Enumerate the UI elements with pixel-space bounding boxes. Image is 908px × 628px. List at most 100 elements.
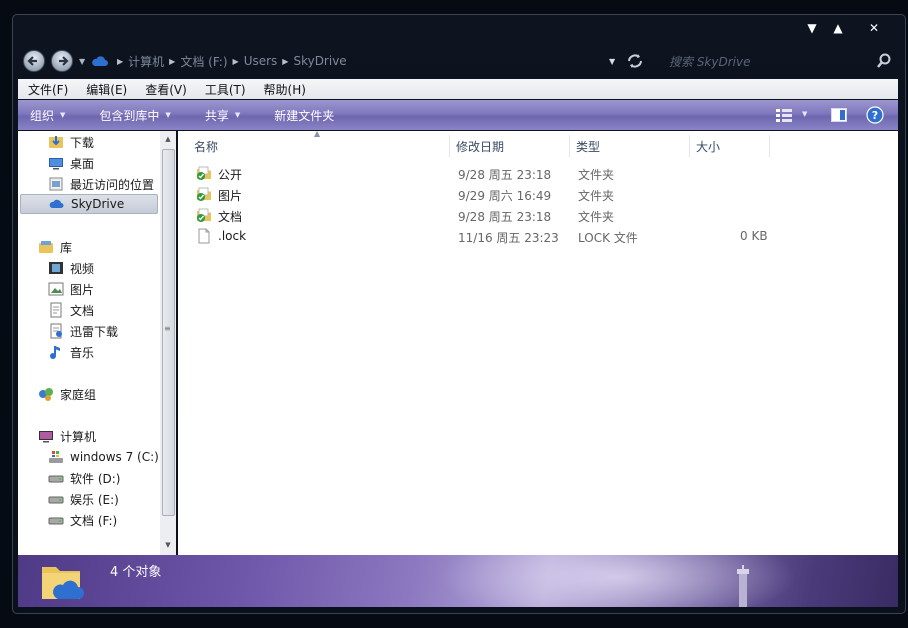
- chevron-down-icon: ▼: [165, 111, 171, 119]
- breadcrumb-separator[interactable]: ▶: [282, 57, 288, 66]
- search-icon[interactable]: [875, 52, 893, 70]
- synced-folder-icon: [197, 208, 211, 222]
- recent-pages-dropdown[interactable]: ▼: [79, 57, 85, 66]
- view-options-icon[interactable]: [774, 106, 794, 124]
- forward-button[interactable]: [51, 50, 73, 72]
- breadcrumb-users[interactable]: Users: [244, 54, 278, 68]
- skydrive-folder-icon: [42, 567, 84, 599]
- svg-text:?: ?: [872, 109, 878, 122]
- nav-item-recent-places[interactable]: 最近访问的位置: [18, 174, 160, 194]
- file-row[interactable]: 文档 9/28 周五 23:18 文件夹: [188, 205, 788, 225]
- organize-label: 组织: [30, 108, 55, 123]
- menu-help[interactable]: 帮助(H): [254, 81, 314, 98]
- file-modified: 9/28 周五 23:18: [458, 168, 552, 182]
- minimize-button[interactable]: ▼: [801, 19, 823, 37]
- system-drive-icon: [49, 451, 63, 463]
- drive-icon: [48, 475, 64, 483]
- column-header-type[interactable]: 类型: [570, 135, 690, 157]
- menu-file[interactable]: 文件(F): [18, 81, 76, 98]
- command-bar: 组织 ▼ 包含到库中 ▼ 共享 ▼ 新建文件夹 ▼ ?: [18, 100, 898, 130]
- include-in-library-button[interactable]: 包含到库中 ▼: [87, 107, 180, 124]
- file-name: 文档: [218, 210, 243, 224]
- nav-item-desktop[interactable]: 桌面: [18, 153, 160, 173]
- share-button[interactable]: 共享 ▼: [193, 107, 250, 124]
- nav-item-drive-f[interactable]: 文档 (F:): [18, 510, 160, 530]
- file-name: .lock: [218, 229, 247, 243]
- breadcrumb-computer[interactable]: 计算机: [128, 53, 164, 70]
- help-icon[interactable]: ?: [866, 106, 884, 124]
- nav-item-drive-e[interactable]: 娱乐 (E:): [18, 489, 160, 509]
- nav-item-label: 文档: [70, 303, 95, 318]
- menu-view[interactable]: 查看(V): [135, 81, 195, 98]
- scroll-up-arrow[interactable]: ▲: [160, 135, 176, 143]
- breadcrumb-separator[interactable]: ▶: [169, 57, 175, 66]
- nav-item-pictures[interactable]: 图片: [18, 279, 160, 299]
- nav-item-computer[interactable]: 计算机: [18, 426, 160, 446]
- homegroup-icon: [39, 388, 53, 401]
- file-row[interactable]: 公开 9/28 周五 23:18 文件夹: [188, 163, 788, 183]
- breadcrumb-separator[interactable]: ▶: [117, 57, 123, 66]
- nav-item-label: 文档 (F:): [70, 513, 118, 528]
- file-row[interactable]: .lock 11/16 周五 23:23 LOCK 文件 0 KB: [188, 226, 788, 246]
- file-row[interactable]: 图片 9/29 周六 16:49 文件夹: [188, 184, 788, 204]
- refresh-icon[interactable]: [625, 52, 645, 70]
- pictures-library-icon: [48, 282, 64, 296]
- file-type: LOCK 文件: [578, 231, 638, 245]
- address-bar[interactable]: ▶ 计算机 ▶ 文档 (F:) ▶ Users ▶ SkyDrive: [91, 50, 591, 72]
- music-library-icon: [50, 346, 60, 359]
- item-count: 4 个对象: [110, 565, 162, 580]
- column-header-size[interactable]: 大小: [690, 135, 770, 157]
- menu-edit[interactable]: 编辑(E): [76, 81, 135, 98]
- column-header-modified[interactable]: 修改日期: [450, 135, 570, 157]
- nav-item-music[interactable]: 音乐: [18, 342, 160, 362]
- include-in-library-label: 包含到库中: [99, 108, 160, 123]
- nav-item-label: 视频: [70, 261, 95, 276]
- share-label: 共享: [204, 108, 229, 123]
- nav-item-homegroup[interactable]: 家庭组: [18, 384, 160, 404]
- organize-button[interactable]: 组织 ▼: [18, 107, 75, 124]
- back-arrow-icon: [27, 56, 37, 66]
- libraries-icon: [39, 241, 53, 253]
- desktop-icon: [49, 158, 63, 170]
- nav-item-drive-d[interactable]: 软件 (D:): [18, 468, 160, 488]
- preview-pane-icon[interactable]: [830, 106, 848, 124]
- nav-item-skydrive[interactable]: SkyDrive: [20, 194, 158, 214]
- navigation-bar: ▼ ▶ 计算机 ▶ 文档 (F:) ▶ Users ▶ SkyDrive ▼ 搜…: [13, 47, 907, 77]
- column-header-name[interactable]: 名称: [188, 135, 450, 157]
- nav-item-label: 最近访问的位置: [70, 177, 155, 192]
- nav-item-videos[interactable]: 视频: [18, 258, 160, 278]
- nav-item-label: 迅雷下载: [70, 324, 119, 339]
- nav-item-label: 软件 (D:): [70, 471, 121, 486]
- nav-item-label: SkyDrive: [71, 197, 125, 211]
- nav-item-drive-c[interactable]: windows 7 (C:): [18, 447, 160, 467]
- nav-item-label: windows 7 (C:): [70, 450, 159, 464]
- close-button[interactable]: ✕: [863, 19, 885, 37]
- file-name: 图片: [218, 189, 243, 203]
- nav-item-label: 音乐: [70, 345, 95, 360]
- nav-item-thunder-downloads[interactable]: 迅雷下载: [18, 321, 160, 341]
- breadcrumb-skydrive[interactable]: SkyDrive: [293, 54, 346, 68]
- menu-tools[interactable]: 工具(T): [195, 81, 254, 98]
- back-button[interactable]: [23, 50, 45, 72]
- file-modified: 11/16 周五 23:23: [458, 231, 559, 245]
- scroll-down-arrow[interactable]: ▼: [160, 541, 176, 549]
- breadcrumb-separator[interactable]: ▶: [233, 57, 239, 66]
- nav-item-label: 家庭组: [60, 387, 97, 402]
- nav-item-label: 娱乐 (E:): [70, 492, 119, 507]
- breadcrumb-drive-f[interactable]: 文档 (F:): [180, 53, 227, 70]
- file-modified: 9/28 周五 23:18: [458, 210, 552, 224]
- nav-pane-scrollbar[interactable]: ▲ ≡ ▼: [160, 131, 176, 568]
- maximize-button[interactable]: ▲: [827, 19, 849, 37]
- new-folder-label: 新建文件夹: [274, 108, 335, 123]
- view-dropdown-icon[interactable]: ▼: [802, 110, 807, 128]
- recent-places-icon: [49, 177, 63, 191]
- nav-item-libraries[interactable]: 库: [18, 237, 160, 257]
- new-folder-button[interactable]: 新建文件夹: [262, 107, 344, 124]
- nav-item-downloads[interactable]: 下载: [18, 132, 160, 152]
- nav-item-documents[interactable]: 文档: [18, 300, 160, 320]
- file-type: 文件夹: [578, 189, 615, 203]
- nav-item-label: 桌面: [70, 156, 95, 171]
- address-history-dropdown[interactable]: ▼: [609, 57, 615, 66]
- file-modified: 9/29 周六 16:49: [458, 189, 552, 203]
- search-input[interactable]: 搜索 SkyDrive: [653, 50, 889, 72]
